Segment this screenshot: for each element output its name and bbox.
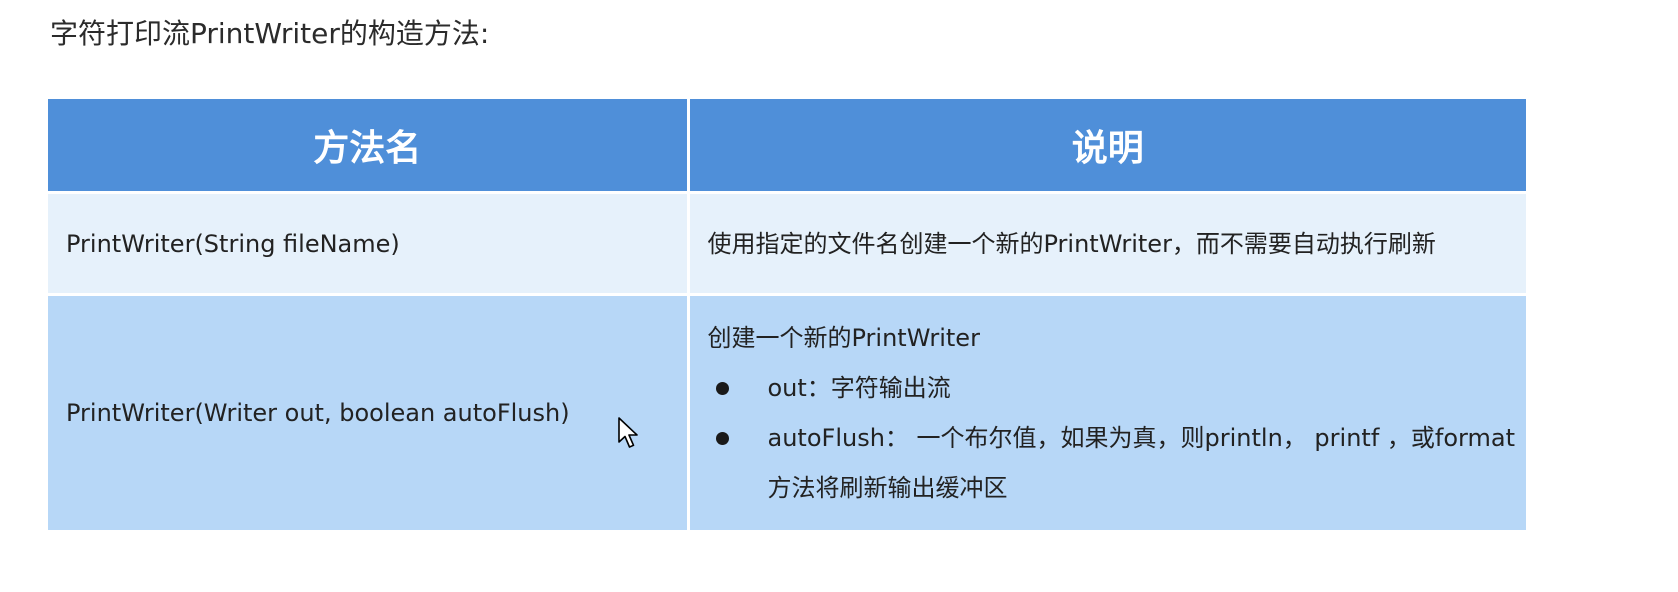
bullet-dot-icon [715,432,729,445]
table-row: PrintWriter(String fileName) 使用指定的文件名创建一… [48,191,1526,295]
parameter-list: out：字符输出流 autoFlush： 一个布尔值，如果为真，则println… [708,363,1527,513]
method-cell: PrintWriter(String fileName) [48,191,690,295]
description-cell: 创建一个新的PrintWriter out：字符输出流 autoFlush： 一… [688,293,1527,530]
description-cell: 使用指定的文件名创建一个新的PrintWriter，而不需要自动执行刷新 [688,191,1526,295]
list-item: autoFlush： 一个布尔值，如果为真，则println， printf ，… [708,413,1527,513]
list-item-text: autoFlush： 一个布尔值，如果为真，则println， printf ，… [767,424,1515,502]
table-header-row: 方法名 说明 [48,99,1526,193]
list-item-text: out：字符输出流 [767,374,951,402]
list-item: out：字符输出流 [708,363,1527,413]
mouse-pointer-icon [618,417,638,448]
bullet-dot-icon [715,382,729,395]
table-row: PrintWriter(Writer out, boolean autoFlus… [48,293,1527,530]
column-header-description: 说明 [688,99,1526,193]
constructor-table: 方法名 说明 PrintWriter(String fileName) 使用指定… [48,99,1526,530]
method-cell: PrintWriter(Writer out, boolean autoFlus… [48,293,690,530]
table-header: 方法名 说明 [48,99,1526,193]
column-header-method-name: 方法名 [48,99,690,193]
description-intro: 创建一个新的PrintWriter [707,324,980,352]
page-heading: 字符打印流PrintWriter的构造方法: [50,17,490,50]
